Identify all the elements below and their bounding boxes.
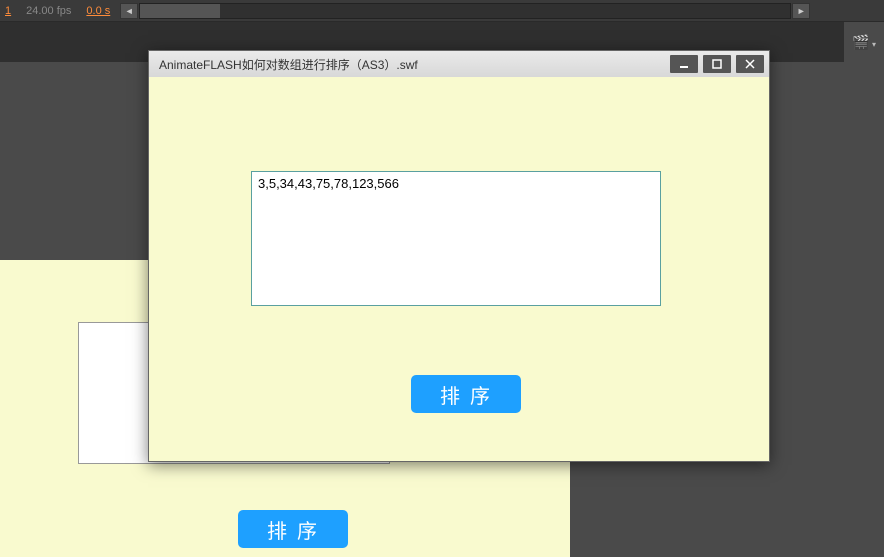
stage-sort-button-label: 排序 — [267, 515, 327, 544]
maximize-button[interactable] — [703, 55, 731, 73]
array-output-text: 3,5,34,43,75,78,123,566 — [258, 176, 399, 191]
clapperboard-icon[interactable]: 🎬 — [852, 34, 876, 51]
swf-title-text: AnimateFLASH如何对数组进行排序（AS3）.swf — [159, 56, 670, 73]
scroll-left-button[interactable]: ◄ — [120, 3, 138, 19]
close-button[interactable] — [736, 55, 764, 73]
sort-button-label: 排序 — [440, 380, 500, 409]
swf-player-window: AnimateFLASH如何对数组进行排序（AS3）.swf 3,5,34,43… — [148, 50, 770, 462]
timeline-status-bar: 1 24.00 fps 0.0 s ◄ ► — [0, 0, 884, 22]
minimize-button[interactable] — [670, 55, 698, 73]
sort-button[interactable]: 排序 — [411, 375, 521, 413]
stage-sort-button[interactable]: 排序 — [238, 510, 348, 548]
right-toolbar: 🎬 — [836, 22, 884, 62]
minimize-icon — [679, 59, 689, 69]
fps-display: 24.00 fps — [26, 5, 71, 17]
elapsed-seconds: 0.0 s — [86, 5, 110, 17]
close-icon — [745, 59, 755, 69]
swf-titlebar[interactable]: AnimateFLASH如何对数组进行排序（AS3）.swf — [149, 51, 769, 78]
array-output-textbox[interactable]: 3,5,34,43,75,78,123,566 — [251, 171, 661, 306]
timeline-scrollbar-track[interactable] — [139, 3, 791, 19]
timeline-scrollbar-thumb[interactable] — [140, 4, 220, 18]
maximize-icon — [712, 59, 722, 69]
scroll-right-button[interactable]: ► — [792, 3, 810, 19]
current-frame: 1 — [5, 5, 11, 17]
swf-content-area: 3,5,34,43,75,78,123,566 排序 — [149, 77, 769, 461]
